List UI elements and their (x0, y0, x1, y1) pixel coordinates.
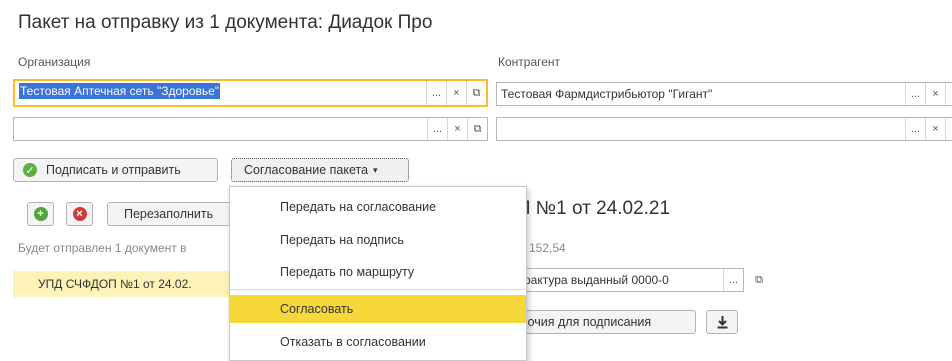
counterparty-second-value[interactable] (497, 118, 905, 140)
menu-item-reject-approval[interactable]: Отказать в согласовании (230, 328, 526, 356)
organization-open-icon[interactable]: ⧉ (466, 81, 486, 105)
download-button[interactable] (706, 310, 738, 334)
refill-label: Перезаполнить (124, 207, 214, 221)
check-icon: ✓ (23, 163, 37, 177)
organization-second-value[interactable] (14, 118, 427, 140)
organization-more-button[interactable]: ... (426, 81, 446, 105)
counterparty-more-button[interactable]: ... (905, 83, 925, 105)
document-row-label: УПД СЧФДОП №1 от 24.02. (38, 277, 192, 291)
organization-clear-button[interactable]: × (446, 81, 466, 105)
document-type-field[interactable]: ет-фактура выданный 0000-0 ... (500, 268, 744, 292)
refill-button[interactable]: Перезаполнить (107, 202, 247, 226)
plus-icon: + (33, 207, 48, 221)
organization-value-text: Тестовая Аптечная сеть "Здоровье" (19, 83, 221, 99)
menu-item-send-for-signature[interactable]: Передать на подпись (230, 226, 526, 254)
counterparty-second-more-button[interactable]: ... (905, 118, 925, 140)
approval-package-menu: Передать на согласование Передать на под… (229, 186, 527, 361)
counterparty-field[interactable]: Тестовая Фармдистрибьютор "Гигант" ... ×… (496, 82, 952, 106)
document-type-value[interactable]: ет-фактура выданный 0000-0 (501, 269, 723, 291)
add-button[interactable]: + (27, 202, 54, 226)
menu-item-send-for-approval[interactable]: Передать на согласование (230, 193, 526, 221)
organization-label: Организация (18, 55, 91, 69)
counterparty-open-icon[interactable]: ⧉ (945, 83, 952, 105)
menu-item-send-by-route[interactable]: Передать по маршруту (230, 258, 526, 286)
organization-value[interactable]: Тестовая Аптечная сеть "Здоровье" (15, 81, 426, 105)
organization-second-open-icon[interactable]: ⧉ (467, 118, 487, 140)
signing-authority-button[interactable]: мочия для подписания (500, 310, 696, 334)
counterparty-second-open-icon[interactable]: ⧉ (945, 118, 952, 140)
counterparty-second-field[interactable]: ... × ⧉ (496, 117, 952, 141)
delete-button[interactable]: × (66, 202, 93, 226)
organization-field[interactable]: Тестовая Аптечная сеть "Здоровье" ... × … (13, 79, 488, 107)
approval-package-label: Согласование пакета (244, 163, 369, 177)
counterparty-value[interactable]: Тестовая Фармдистрибьютор "Гигант" (497, 83, 905, 105)
counterparty-clear-button[interactable]: × (925, 83, 945, 105)
menu-item-approve[interactable]: Согласовать (230, 295, 526, 323)
chevron-down-icon: ▾ (373, 164, 378, 175)
sign-and-send-label: Подписать и отправить (46, 163, 181, 177)
window-title: Пакет на отправку из 1 документа: Диадок… (18, 12, 433, 33)
counterparty-label: Контрагент (498, 55, 561, 69)
download-icon (717, 316, 727, 329)
status-text: Будет отправлен 1 документ в (18, 241, 187, 255)
sign-and-send-button[interactable]: ✓ Подписать и отправить (13, 158, 218, 182)
document-type-open-icon[interactable]: ⧉ (748, 268, 770, 292)
signing-authority-label: мочия для подписания (519, 315, 652, 329)
close-icon: × (72, 207, 87, 221)
organization-second-clear-button[interactable]: × (447, 118, 467, 140)
menu-divider (230, 289, 526, 290)
counterparty-second-clear-button[interactable]: × (925, 118, 945, 140)
document-row[interactable]: УПД СЧФДОП №1 от 24.02. (13, 271, 243, 297)
organization-second-more-button[interactable]: ... (427, 118, 447, 140)
approval-package-dropdown-button[interactable]: Согласование пакета ▾ (231, 158, 409, 182)
document-header: Л №1 от 24.02.21 (518, 198, 671, 219)
document-type-more-button[interactable]: ... (723, 269, 743, 291)
organization-second-field[interactable]: ... × ⧉ (13, 117, 488, 141)
